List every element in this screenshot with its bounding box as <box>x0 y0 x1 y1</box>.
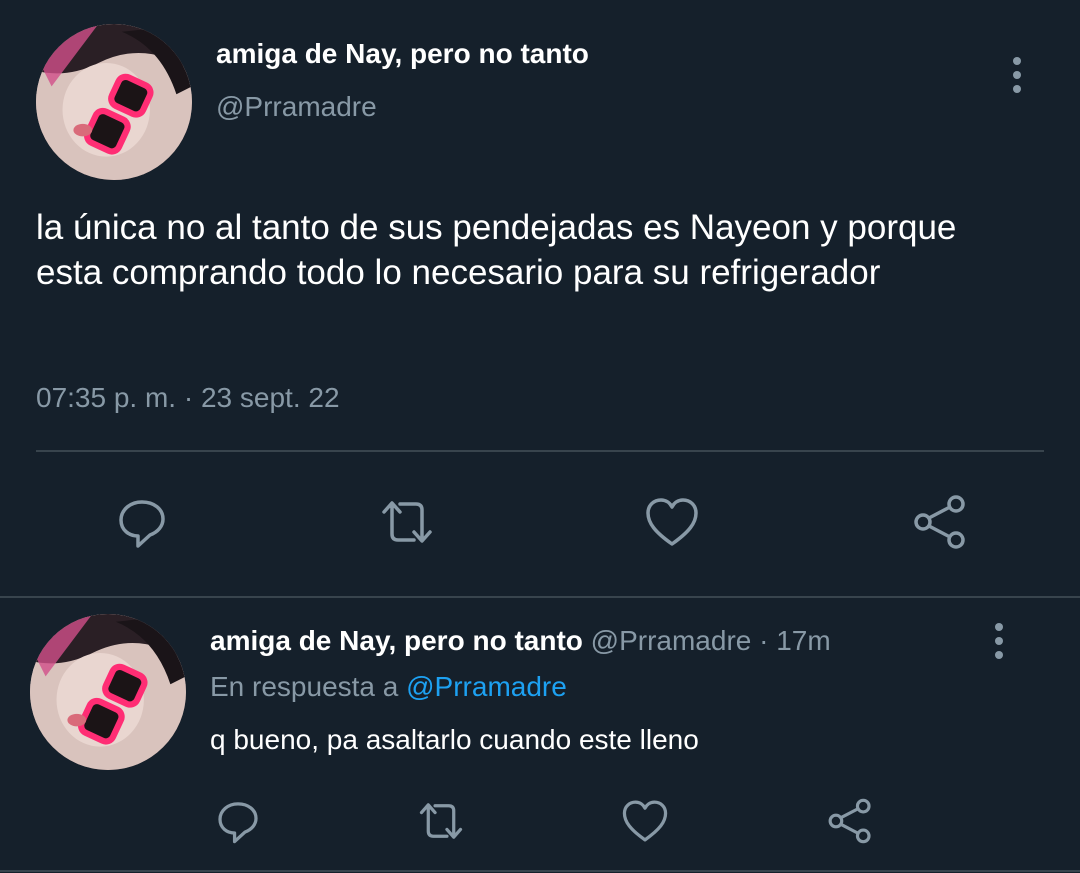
reply-more-options-icon[interactable] <box>982 620 1016 662</box>
retweet-icon <box>419 803 463 839</box>
separator: · <box>759 625 769 656</box>
reply-button[interactable] <box>110 490 174 554</box>
reply-avatar[interactable] <box>30 614 186 770</box>
avatar-image <box>30 614 186 770</box>
handle[interactable]: @Prramadre <box>216 91 377 123</box>
timestamp[interactable]: 07:35 p. m. · 23 sept. 22 <box>36 382 340 414</box>
divider <box>36 450 1044 452</box>
tweet-text: la única no al tanto de sus pendejadas e… <box>36 208 957 292</box>
like-icon <box>646 498 698 546</box>
retweet-button[interactable] <box>372 490 442 554</box>
more-options-icon[interactable] <box>1000 54 1034 96</box>
reply-reply-button[interactable] <box>212 795 264 847</box>
time-ago[interactable]: 17m <box>776 625 830 656</box>
reply-retweet-button[interactable] <box>412 795 470 847</box>
reply-to-link[interactable]: @Prramadre <box>406 671 567 702</box>
reply-handle[interactable]: @Prramadre <box>591 625 752 656</box>
reply-icon <box>119 500 165 548</box>
like-button[interactable] <box>640 490 704 554</box>
share-button[interactable] <box>908 490 972 554</box>
avatar[interactable] <box>36 24 192 180</box>
display-name[interactable]: amiga de Nay, pero no tanto <box>216 38 589 70</box>
like-icon <box>622 800 668 842</box>
section-divider <box>0 596 1080 598</box>
replying-to: En respuesta a @Prramadre <box>210 671 567 703</box>
reply-like-button[interactable] <box>618 795 672 847</box>
reply-text: q bueno, pa asaltarlo cuando este lleno <box>210 724 699 755</box>
reply-display-name[interactable]: amiga de Nay, pero no tanto <box>210 625 583 656</box>
reply-prefix: En respuesta a <box>210 671 399 702</box>
avatar-image <box>36 24 192 180</box>
reply-share-button[interactable] <box>824 795 876 847</box>
reply-header: amiga de Nay, pero no tanto @Prramadre ·… <box>210 625 831 657</box>
share-icon <box>914 495 965 549</box>
reply-icon <box>218 802 258 844</box>
retweet-icon <box>382 501 432 543</box>
bottom-divider <box>0 870 1080 872</box>
share-icon <box>828 798 871 844</box>
